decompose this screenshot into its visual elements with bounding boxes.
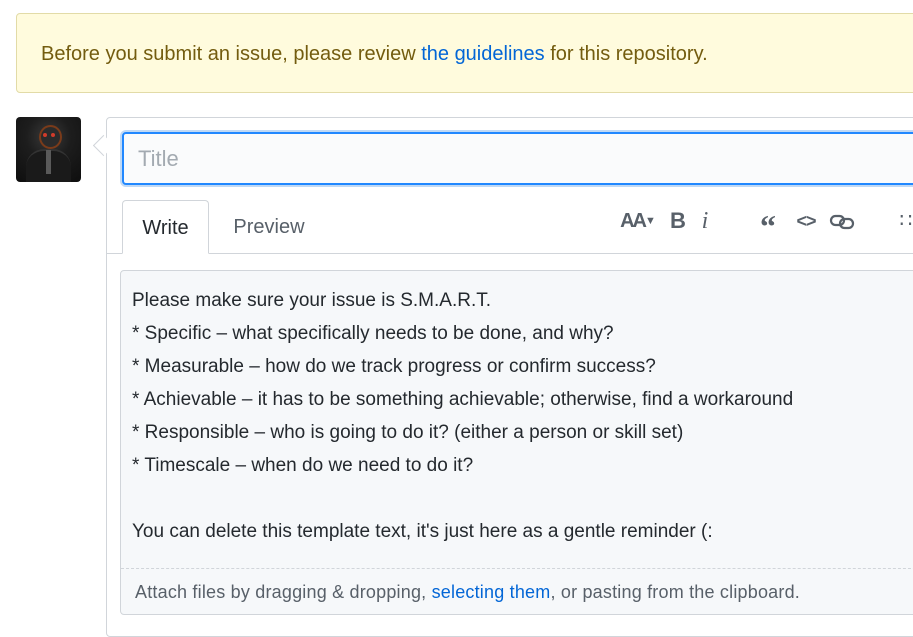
attach-files-hint: Attach files by dragging & dropping, sel… — [135, 578, 800, 606]
editor-line: Please make sure your issue is S.M.A.R.T… — [132, 290, 492, 311]
guidelines-flash: Before you submit an issue, please revie… — [16, 13, 913, 93]
code-icon[interactable]: <> — [793, 206, 819, 236]
editor-line: You can delete this template text, it's … — [132, 521, 713, 542]
link-icon-svg — [829, 214, 855, 230]
tab-preview[interactable]: Preview — [220, 200, 318, 254]
text-size-icon[interactable]: AA▼ — [618, 206, 658, 236]
chevron-down-icon: ▼ — [645, 215, 656, 227]
editor-line: * Measurable – how do we track progress … — [132, 356, 656, 377]
bold-icon[interactable]: B — [668, 206, 688, 236]
guidelines-link[interactable]: the guidelines — [421, 43, 544, 65]
quote-icon[interactable]: “ — [756, 206, 780, 244]
editor-line: * Timescale – when do we need to do it? — [132, 455, 474, 476]
avatar[interactable] — [16, 117, 81, 182]
issue-title-input[interactable] — [122, 132, 913, 185]
flash-text-after: for this repository. — [544, 43, 708, 65]
attach-text-before: Attach files by dragging & dropping, — [135, 582, 432, 602]
italic-icon[interactable]: i — [697, 206, 713, 236]
tab-write[interactable]: Write — [122, 200, 209, 254]
editor-line: * Achievable – it has to be something ac… — [132, 389, 794, 410]
select-files-link[interactable]: selecting them — [432, 582, 551, 602]
editor-line: * Specific – what specifically needs to … — [132, 323, 614, 344]
comment-body-text[interactable]: Please make sure your issue is S.M.A.R.T… — [132, 284, 912, 548]
list-unordered-icon[interactable]: ∷ — [896, 206, 913, 236]
link-icon[interactable] — [829, 206, 855, 236]
flash-text-before: Before you submit an issue, please revie… — [41, 43, 422, 65]
editor-line: * Responsible – who is going to do it? (… — [132, 422, 684, 443]
attach-text-after: , or pasting from the clipboard. — [550, 582, 800, 602]
drag-and-drop-divider — [121, 568, 913, 569]
